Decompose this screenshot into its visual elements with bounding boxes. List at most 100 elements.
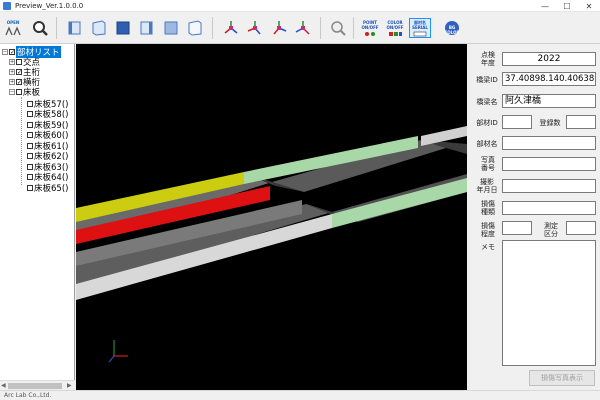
cube-left-icon xyxy=(188,20,202,36)
measurement-label: 測定 区分 xyxy=(544,222,558,238)
checkbox-checked-icon[interactable]: ✓ xyxy=(9,49,15,56)
member-serial-label: 部材名 SERIAL xyxy=(412,20,428,30)
checkbox-icon[interactable] xyxy=(27,143,33,149)
checkbox-icon[interactable] xyxy=(27,174,33,180)
beam-green xyxy=(332,178,467,228)
toolbar-separator xyxy=(353,17,354,39)
collapse-icon[interactable]: − xyxy=(2,49,8,55)
checkbox-checked-icon[interactable]: ✓ xyxy=(16,69,22,76)
expand-icon[interactable]: + xyxy=(9,79,15,85)
view-iso4-button[interactable] xyxy=(292,18,314,38)
tree-horizontal-scrollbar[interactable]: ◀ ▶ xyxy=(0,380,75,390)
tree-node-deck-slab[interactable]: − 床板 xyxy=(9,87,41,98)
tree-child[interactable]: 床板62() xyxy=(26,151,68,162)
maximize-button[interactable]: ☐ xyxy=(556,0,578,12)
tree-child[interactable]: 床板64() xyxy=(26,172,68,183)
scroll-thumb[interactable] xyxy=(8,383,62,389)
bridge-name-field[interactable]: 阿久津橋 xyxy=(502,94,596,108)
checkbox-icon[interactable] xyxy=(27,122,33,128)
bridge-id-label: 橋梁ID xyxy=(476,76,498,84)
title-bar: Preview_Ver.1.0.0.0 — ☐ ✕ xyxy=(0,0,600,12)
tree-child[interactable]: 床板60() xyxy=(26,130,68,141)
photo-number-field[interactable] xyxy=(502,157,596,171)
view-left-button[interactable] xyxy=(184,18,206,38)
photo-number-label: 写真 番号 xyxy=(481,156,495,172)
member-id-label: 部材ID xyxy=(476,119,498,127)
axis-gizmo-icon xyxy=(108,340,128,363)
tree-child[interactable]: 床板65() xyxy=(26,183,68,194)
inspection-year-field[interactable]: 2022 xyxy=(502,52,596,66)
app-icon xyxy=(3,1,11,10)
magnifier-icon xyxy=(33,21,48,36)
toolbar-separator xyxy=(212,17,213,39)
damage-type-label: 損傷 種類 xyxy=(481,200,495,216)
view-iso1-button[interactable] xyxy=(220,18,242,38)
measurement-field[interactable] xyxy=(566,221,596,235)
minimize-button[interactable]: — xyxy=(534,0,556,12)
cube-front-icon xyxy=(68,21,81,35)
bridge-id-field[interactable]: 37.40898.140.40638 xyxy=(502,72,596,86)
view-iso3-button[interactable] xyxy=(268,18,290,38)
register-count-label: 登録数 xyxy=(539,119,561,127)
checkbox-checked-icon[interactable]: ✓ xyxy=(16,79,22,86)
bridge-name-label: 橋梁名 xyxy=(476,98,498,106)
axis-iso-icon xyxy=(224,21,238,34)
open-button[interactable]: OPEN xyxy=(2,18,24,38)
checkbox-icon[interactable] xyxy=(27,153,33,159)
bg-color-button[interactable]: BG COLOR xyxy=(441,18,463,38)
tree-node-label: 床板 xyxy=(23,88,41,98)
point-toggle-button[interactable]: POINT ON/OFF xyxy=(359,18,381,38)
member-id-field[interactable] xyxy=(502,115,532,129)
toolbar-separator xyxy=(56,17,57,39)
point-toggle-label: POINT ON/OFF xyxy=(361,20,379,30)
scroll-left-arrow-icon[interactable]: ◀ xyxy=(1,382,6,389)
cube-top-icon xyxy=(116,21,130,35)
open-icon xyxy=(5,26,21,36)
view-right-button[interactable] xyxy=(136,18,158,38)
zoom-button[interactable] xyxy=(29,18,51,38)
point-icon xyxy=(365,32,375,36)
3d-viewport[interactable] xyxy=(76,44,467,390)
color-toggle-button[interactable]: COLOR ON/OFF xyxy=(384,18,406,38)
close-button[interactable]: ✕ xyxy=(578,0,600,12)
checkbox-icon[interactable] xyxy=(27,111,33,117)
member-serial-button[interactable]: 部材名 SERIAL xyxy=(409,18,431,38)
cube-right-icon xyxy=(140,21,153,35)
checkbox-icon[interactable] xyxy=(27,101,33,107)
view-side-button[interactable] xyxy=(88,18,110,38)
view-top-button[interactable] xyxy=(112,18,134,38)
checkbox-icon[interactable] xyxy=(27,185,33,191)
expand-icon[interactable]: + xyxy=(9,59,15,65)
member-name-field[interactable] xyxy=(502,136,596,150)
zoom-fit-button[interactable] xyxy=(327,18,349,38)
damage-degree-label: 損傷 程度 xyxy=(481,222,495,238)
cube-side-icon xyxy=(92,20,106,36)
cube-back-icon xyxy=(164,21,178,35)
checkbox-icon[interactable] xyxy=(27,132,33,138)
register-count-field[interactable] xyxy=(566,115,596,129)
damage-photo-button[interactable]: 損傷写真表示 xyxy=(529,370,595,386)
memo-textarea[interactable] xyxy=(502,240,596,366)
checkbox-icon[interactable] xyxy=(16,89,22,95)
tree-child[interactable]: 床板58() xyxy=(26,109,68,120)
axis-iso-icon xyxy=(273,21,287,35)
view-back-button[interactable] xyxy=(160,18,182,38)
member-name-label: 部材名 xyxy=(476,140,498,148)
window-controls: — ☐ ✕ xyxy=(534,0,600,12)
checkbox-icon[interactable] xyxy=(27,164,33,170)
color-icon xyxy=(389,32,402,36)
serial-icon xyxy=(413,31,427,37)
photo-date-field[interactable] xyxy=(502,179,596,193)
member-tree: − ✓ 部材リスト + 交点 + ✓ 主桁 + ✓ 横桁 − 床板 床板57()… xyxy=(0,44,75,390)
scroll-right-arrow-icon[interactable]: ▶ xyxy=(67,382,72,389)
bg-color-label: BG COLOR xyxy=(444,25,460,35)
magnifier-icon xyxy=(331,21,346,36)
collapse-icon[interactable]: − xyxy=(9,89,15,95)
damage-degree-field[interactable] xyxy=(502,221,532,235)
view-front-button[interactable] xyxy=(64,18,86,38)
view-iso2-button[interactable] xyxy=(244,18,266,38)
damage-type-field[interactable] xyxy=(502,201,596,215)
expand-icon[interactable]: + xyxy=(9,69,15,75)
checkbox-icon[interactable] xyxy=(16,59,22,65)
tree-connector xyxy=(21,97,22,185)
